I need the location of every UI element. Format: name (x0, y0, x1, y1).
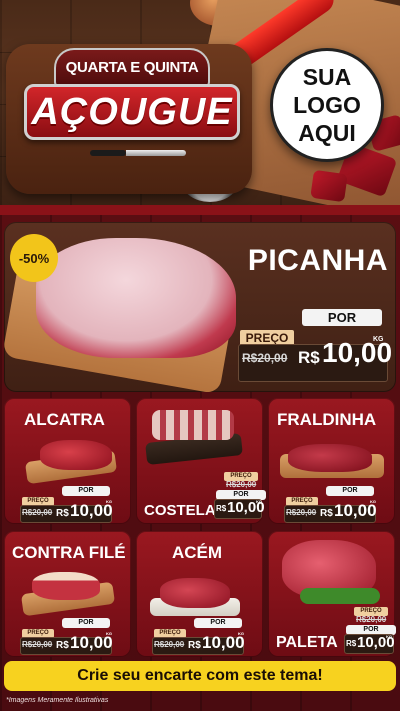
logo-placeholder[interactable]: SUA LOGO AQUI (270, 48, 384, 162)
old-price: R$20,00 (242, 351, 288, 365)
old-price: R$20,00 (154, 640, 185, 649)
por-label: POR (62, 486, 110, 496)
currency-symbol: R$ (188, 640, 201, 651)
product-title: COSTELA (144, 502, 216, 519)
cta-banner[interactable]: Crie seu encarte com este tema! (4, 661, 396, 691)
old-price: R$20,00 (22, 640, 53, 649)
discount-badge: -50% (10, 234, 58, 282)
knife-icon (90, 150, 186, 156)
title-main-badge: AÇOUGUE (24, 84, 240, 140)
unit-label: KG (106, 499, 112, 504)
product-title: ALCATRA (24, 410, 105, 429)
logo-line: LOGO (293, 92, 361, 118)
meat-cubes-image (310, 169, 348, 203)
old-price: R$20,00 (226, 480, 257, 489)
alcatra-image (40, 440, 112, 470)
unit-label: KG (256, 499, 262, 504)
product-title: PICANHA (247, 244, 388, 277)
herbs-image (300, 588, 380, 604)
currency-symbol: R$ (216, 504, 227, 513)
new-price: 10,00 (70, 501, 113, 520)
logo-line: AQUI (298, 120, 356, 146)
picanha-image (36, 238, 236, 358)
old-price: R$20,00 (22, 508, 53, 517)
unit-label: KG (386, 634, 392, 639)
title-top-badge: QUARTA E QUINTA DO (54, 48, 210, 112)
contra-file-image (32, 572, 100, 600)
product-title: FRALDINHA (277, 410, 377, 429)
currency-symbol: R$ (56, 640, 69, 651)
currency-symbol: R$ (346, 639, 357, 648)
footnote: *Imagens Meramente Ilustrativas (6, 697, 109, 704)
new-price: 10,00 (334, 501, 377, 520)
product-title: ACÉM (172, 543, 223, 562)
old-price: R$20,00 (356, 615, 387, 624)
unit-label: KG (106, 631, 112, 636)
por-label: POR (62, 618, 110, 628)
divider-stripe (0, 205, 400, 215)
por-label: POR (194, 618, 242, 628)
title-main-text: AÇOUGUE (31, 91, 233, 133)
unit-label: KG (373, 336, 384, 343)
unit-label: KG (370, 499, 376, 504)
new-price: 10,00 (202, 633, 245, 652)
logo-line: SUA (302, 64, 352, 90)
por-label: POR (302, 309, 382, 326)
currency-symbol: R$ (320, 508, 333, 519)
product-title: CONTRA FILÉ (12, 543, 126, 562)
costela-image (152, 410, 234, 440)
por-label: POR (326, 486, 374, 496)
product-title: PALETA (276, 634, 338, 651)
unit-label: KG (238, 631, 244, 636)
fraldinha-image (288, 444, 372, 472)
currency-symbol: R$ (56, 508, 69, 519)
new-price: 10,00 (70, 633, 113, 652)
old-price: R$20,00 (286, 508, 317, 517)
acem-image (160, 578, 230, 608)
currency-symbol: R$ (298, 348, 320, 367)
header-banner: QUARTA E QUINTA DO AÇOUGUE SUA LOGO AQUI (0, 0, 400, 205)
